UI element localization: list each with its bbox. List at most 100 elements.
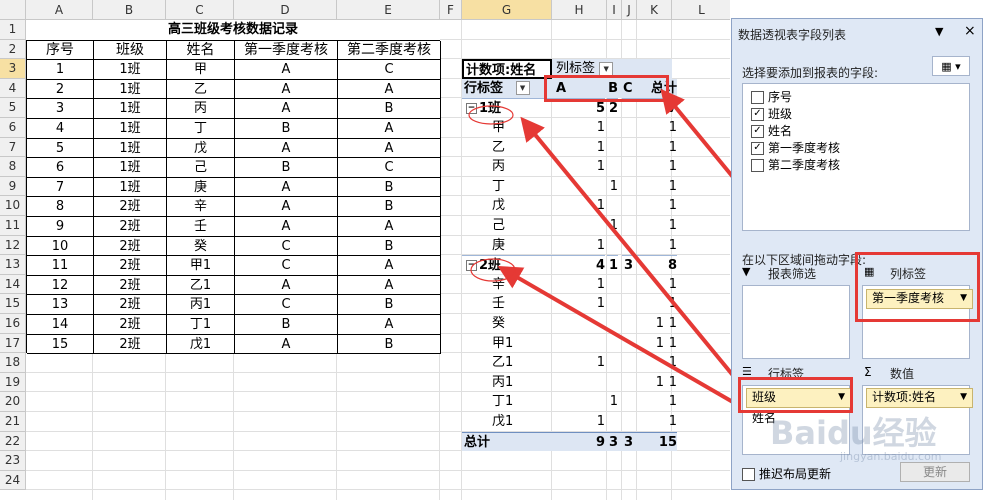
column-header-G[interactable]: G [462, 0, 552, 20]
pivot-cell[interactable]: 1 [637, 177, 677, 197]
table-cell[interactable]: 10 [27, 236, 94, 257]
table-cell[interactable]: B [338, 295, 441, 315]
pivot-item-name[interactable]: 乙1 [492, 353, 552, 373]
table-cell[interactable]: A [235, 99, 338, 119]
table-cell[interactable]: A [235, 79, 338, 100]
close-icon[interactable]: × [964, 23, 976, 39]
row-header-16[interactable]: 16 [0, 314, 26, 334]
table-cell[interactable]: 乙1 [167, 275, 235, 296]
table-cell[interactable]: 4 [27, 118, 94, 139]
row-header-13[interactable]: 13 [0, 255, 26, 275]
pivot-grand-cell[interactable]: 15 [637, 431, 677, 452]
table-cell[interactable]: 丙1 [167, 295, 235, 315]
column-header-B[interactable]: B [93, 0, 166, 20]
table-cell[interactable]: 辛 [167, 197, 235, 217]
pivot-item-name[interactable]: 辛 [492, 275, 552, 295]
table-cell[interactable]: A [338, 118, 441, 139]
table-cell[interactable]: 2班 [94, 197, 167, 217]
table-cell[interactable]: 1班 [94, 118, 167, 139]
pivot-cell[interactable] [552, 314, 605, 334]
chevron-down-icon[interactable]: ▼ [515, 81, 530, 96]
table-cell[interactable]: A [235, 60, 338, 80]
row-header-11[interactable]: 11 [0, 216, 26, 236]
pivot-item-name[interactable]: 甲 [492, 118, 552, 138]
table-cell[interactable]: 1班 [94, 79, 167, 100]
pivot-count-label-cell[interactable]: 计数项:姓名 [462, 59, 552, 79]
column-header-D[interactable]: D [234, 0, 337, 20]
table-cell[interactable]: 2班 [94, 216, 167, 237]
column-header-A[interactable]: A [26, 0, 93, 20]
pivot-cell[interactable]: 1 [552, 138, 605, 158]
table-cell[interactable]: 己 [167, 158, 235, 178]
pivot-cell[interactable]: 1 [637, 294, 677, 314]
table-cell[interactable]: 甲 [167, 60, 235, 80]
table-cell[interactable]: A [235, 334, 338, 355]
table-cell[interactable]: B [338, 334, 441, 355]
pivot-cell[interactable]: 1 [637, 353, 677, 373]
row-header-17[interactable]: 17 [0, 333, 26, 354]
pivot-group-row[interactable]: −2班 [462, 255, 552, 275]
pivot-cell[interactable]: 1 [552, 118, 605, 138]
checkbox-box[interactable]: ✓ [751, 108, 764, 121]
table-cell[interactable]: 1班 [94, 99, 167, 119]
pivot-item-name[interactable]: 丁 [492, 177, 552, 197]
pivot-cell[interactable] [607, 314, 618, 334]
row-header-23[interactable]: 23 [0, 451, 26, 471]
checkbox-box[interactable] [751, 91, 764, 104]
pivot-cell[interactable] [607, 236, 618, 256]
table-cell[interactable]: C [235, 236, 338, 257]
pivot-cell[interactable] [552, 373, 605, 393]
pivot-item-name[interactable]: 戊 [492, 196, 552, 216]
row-header-12[interactable]: 12 [0, 235, 26, 256]
pivot-grand-total-label[interactable]: 总计 [462, 431, 552, 452]
row-header-3[interactable]: 3 [0, 59, 26, 79]
table-cell[interactable]: 15 [27, 334, 94, 355]
pivot-cell[interactable] [607, 275, 618, 295]
table-cell[interactable]: C [235, 295, 338, 315]
table-cell[interactable]: A [235, 138, 338, 159]
field-item[interactable]: 第二季度考核 [751, 156, 840, 173]
column-header-E[interactable]: E [337, 0, 440, 20]
pivot-item-name[interactable]: 戊1 [492, 412, 552, 432]
table-cell[interactable]: A [235, 216, 338, 237]
table-cell[interactable]: A [338, 138, 441, 159]
pivot-cell[interactable]: 1 [607, 392, 618, 412]
table-cell[interactable]: C [338, 158, 441, 178]
panel-menu-icon[interactable]: ▼ [935, 25, 943, 38]
table-cell[interactable]: B [235, 118, 338, 139]
column-header-C[interactable]: C [166, 0, 234, 20]
table-cell[interactable]: 2班 [94, 295, 167, 315]
row-header-1[interactable]: 1 [0, 20, 26, 40]
table-cell[interactable]: 戊 [167, 138, 235, 159]
pivot-cell[interactable] [552, 216, 605, 236]
pivot-cell[interactable]: 1 [552, 157, 605, 177]
row-header-18[interactable]: 18 [0, 353, 26, 373]
table-cell[interactable]: 1 [27, 60, 94, 80]
pivot-cell[interactable]: 1 [637, 392, 677, 412]
pivot-cell[interactable]: 1 [552, 236, 605, 256]
table-cell[interactable]: A [338, 314, 441, 335]
defer-update-checkbox[interactable]: 推迟布局更新 [742, 465, 831, 482]
table-cell[interactable]: 13 [27, 295, 94, 315]
table-cell[interactable]: 甲1 [167, 256, 235, 276]
table-cell[interactable]: 2班 [94, 334, 167, 355]
table-cell[interactable]: 1班 [94, 177, 167, 198]
pivot-cell[interactable] [552, 392, 605, 412]
table-cell[interactable]: B [338, 197, 441, 217]
pivot-cell[interactable] [552, 334, 605, 354]
table-cell[interactable]: 丙 [167, 99, 235, 119]
pivot-group-row[interactable]: −1班 [462, 98, 552, 118]
table-cell[interactable]: A [338, 79, 441, 100]
table-cell[interactable]: 戊1 [167, 334, 235, 355]
table-cell[interactable]: 庚 [167, 177, 235, 198]
pivot-item-name[interactable]: 甲1 [492, 334, 552, 354]
collapse-icon[interactable]: − [466, 103, 477, 115]
layout-options-button[interactable]: ▦ ▾ [932, 56, 970, 76]
pivot-item-name[interactable]: 丙 [492, 157, 552, 177]
pivot-cell[interactable]: 1 [607, 255, 618, 275]
pivot-cell[interactable] [552, 177, 605, 197]
pivot-cell[interactable]: 1 [637, 157, 677, 177]
table-cell[interactable]: A [338, 256, 441, 276]
pivot-cell[interactable]: 1 [637, 275, 677, 295]
table-cell[interactable]: 6 [27, 158, 94, 178]
